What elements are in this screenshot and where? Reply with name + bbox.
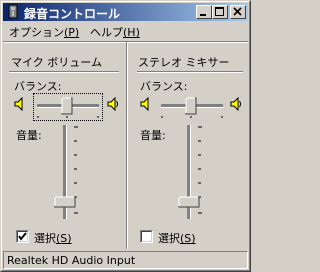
menubar: オプション(P) ヘルプ(H) — [3, 22, 248, 40]
speaker-left-icon — [140, 97, 149, 111]
select-checkbox-stereo-mix[interactable] — [140, 230, 153, 243]
balance-slider-mic[interactable] — [35, 95, 101, 119]
select-label-mic[interactable]: 選択(S) — [34, 230, 72, 246]
volume-slider-mic[interactable] — [46, 121, 86, 221]
select-label-mic-text: 選択 — [34, 232, 56, 245]
channel-divider — [126, 42, 128, 249]
volume-thumb-stereo-mix[interactable] — [178, 196, 200, 208]
menu-help-accel: (H) — [123, 26, 140, 39]
recording-control-window: 録音コントロール オプション(P) ヘルプ(H) マイク ボリューム バランス: — [0, 0, 251, 272]
checkmark-icon — [18, 232, 27, 241]
speaker-left-icon — [14, 97, 23, 111]
menu-options-accel: (P) — [64, 26, 80, 39]
volume-slider-stereo-mix[interactable] — [170, 121, 210, 221]
menu-options[interactable]: オプション(P) — [9, 24, 79, 40]
select-label-stereo-mix[interactable]: 選択(S) — [158, 230, 196, 246]
volume-label-mic: 音量: — [16, 129, 42, 142]
menu-help[interactable]: ヘルプ(H) — [90, 24, 140, 40]
balance-thumb-stereo-mix[interactable] — [185, 97, 197, 115]
channel-title-mic: マイク ボリューム — [11, 56, 102, 69]
channel-title-separator — [9, 71, 119, 73]
volume-thumb-mic[interactable] — [54, 196, 76, 208]
channel-title-separator-2 — [137, 71, 243, 73]
close-icon — [233, 7, 242, 16]
speaker-right-icon — [230, 97, 241, 111]
select-checkbox-mic[interactable] — [16, 230, 29, 243]
maximize-icon — [215, 7, 224, 16]
minimize-icon — [200, 14, 206, 16]
balance-label-stereo-mix: バランス: — [140, 80, 188, 93]
balance-slider-stereo-mix[interactable] — [159, 95, 225, 119]
menu-help-label: ヘルプ — [90, 26, 123, 39]
speaker-right-icon — [107, 97, 118, 111]
close-button[interactable] — [230, 5, 246, 19]
maximize-button[interactable] — [212, 5, 228, 19]
minimize-button[interactable] — [196, 5, 212, 19]
channel-title-stereo-mix: ステレオ ミキサー — [138, 56, 230, 69]
menu-options-label: オプション — [9, 26, 64, 39]
balance-label-mic: バランス: — [14, 80, 62, 93]
status-bar: Realtek HD Audio Input — [3, 251, 248, 269]
select-label-stereo-mix-accel: (S) — [180, 232, 196, 245]
balance-thumb-mic[interactable] — [61, 97, 73, 115]
window-title: 録音コントロール — [24, 7, 121, 21]
speaker-app-icon — [8, 4, 18, 19]
titlebar[interactable]: 録音コントロール — [3, 3, 248, 21]
volume-label-stereo-mix: 音量: — [140, 129, 166, 142]
status-text: Realtek HD Audio Input — [7, 254, 136, 267]
select-label-stereo-mix-text: 選択 — [158, 232, 180, 245]
select-label-mic-accel: (S) — [56, 232, 72, 245]
